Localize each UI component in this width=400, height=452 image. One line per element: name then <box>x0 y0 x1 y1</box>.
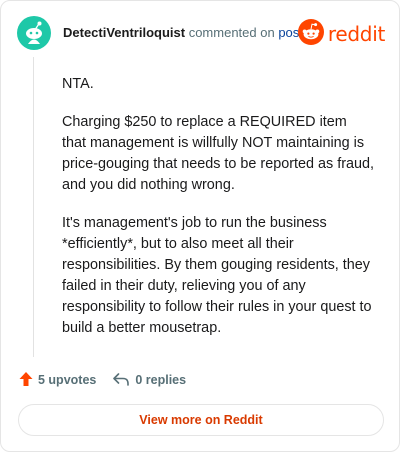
reddit-snoo-icon <box>297 18 324 50</box>
reply-button[interactable]: 0 replies <box>112 371 186 390</box>
comment-actions: 5 upvotes 0 replies <box>19 370 186 390</box>
upvote-count: 5 upvotes <box>38 373 97 387</box>
snoo-avatar-icon[interactable] <box>17 16 51 50</box>
upvote-arrow-icon <box>19 371 33 390</box>
comment-paragraph: It's management's job to run the busines… <box>62 215 372 336</box>
comment-body: NTA. Charging $250 to replace a REQUIRED… <box>62 74 374 356</box>
comment-paragraph: Charging $250 to replace a REQUIRED item… <box>62 114 375 193</box>
thread-line <box>33 57 34 357</box>
author-name[interactable]: DetectiVentriloquist <box>63 25 185 40</box>
comment-paragraph: NTA. <box>62 76 94 92</box>
comment-header: DetectiVentriloquist commented on post r… <box>17 16 385 50</box>
view-more-button[interactable]: View more on Reddit <box>18 404 384 436</box>
comment-embed-card: DetectiVentriloquist commented on post r… <box>0 0 400 452</box>
action-text: commented on <box>188 25 275 40</box>
author-line: DetectiVentriloquist commented on post <box>63 25 303 40</box>
reply-arrow-icon <box>112 371 130 390</box>
upvote-button[interactable]: 5 upvotes <box>19 371 96 390</box>
reddit-wordmark: reddit <box>327 22 385 46</box>
reddit-logo[interactable]: reddit <box>297 18 385 50</box>
reply-count: 0 replies <box>135 373 187 387</box>
